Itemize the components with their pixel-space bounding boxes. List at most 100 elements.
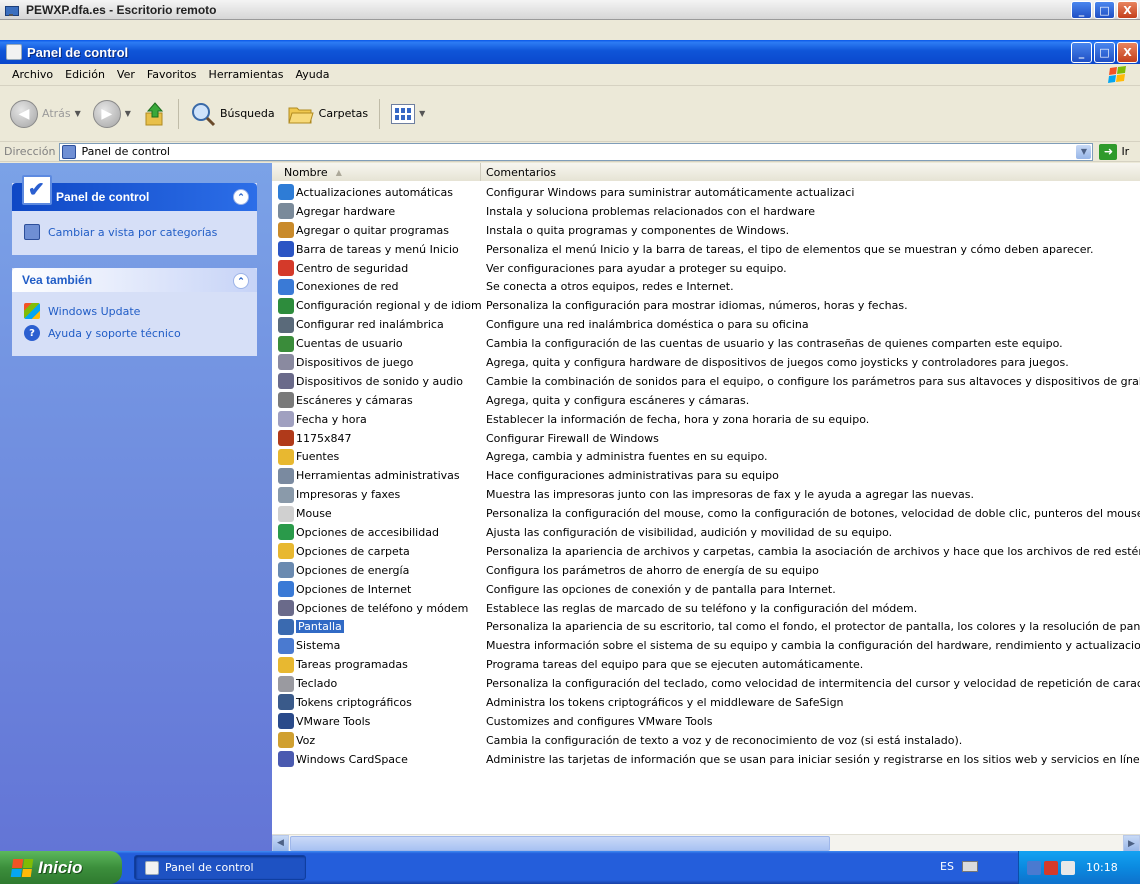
menu-favoritos[interactable]: Favoritos	[141, 68, 203, 81]
list-item[interactable]: Conexiones de red Se conecta a otros equi…	[272, 277, 1140, 296]
menu-ver[interactable]: Ver	[111, 68, 141, 81]
list-item[interactable]: Actualizaciones automáticas Configurar Wi…	[272, 183, 1140, 202]
column-header-name[interactable]: Nombre ▲	[272, 163, 481, 181]
list-item-name-cell[interactable]: Dispositivos de sonido y audio	[272, 373, 481, 390]
list-item-name-cell[interactable]: Opciones de Internet	[272, 581, 481, 598]
help-support-link[interactable]: ? Ayuda y soporte técnico	[24, 322, 247, 344]
go-button[interactable]: ➜ Ir	[1099, 143, 1129, 160]
column-header-comments[interactable]: Comentarios	[481, 163, 1140, 181]
list-item[interactable]: Tareas programadas Programa tareas del eq…	[272, 655, 1140, 674]
list-item-name-cell[interactable]: Pantalla	[272, 618, 481, 635]
forward-button[interactable]: ▶ ▼	[89, 98, 135, 130]
folders-button[interactable]: Carpetas	[283, 100, 372, 128]
list-item[interactable]: Impresoras y faxes Muestra las impresoras…	[272, 485, 1140, 504]
menu-herramientas[interactable]: Herramientas	[203, 68, 290, 81]
forward-dropdown-icon[interactable]: ▼	[125, 109, 131, 118]
start-button[interactable]: Inicio	[0, 851, 122, 884]
list-item[interactable]: Herramientas administrativas Hace configu…	[272, 466, 1140, 485]
address-field[interactable]: Panel de control ▼	[59, 142, 1094, 161]
remote-maximize-button[interactable]: □	[1094, 1, 1115, 19]
list-item-name-cell[interactable]: Agregar o quitar programas	[272, 222, 481, 239]
list-item-name-cell[interactable]: VMware Tools	[272, 713, 481, 730]
network-tray-icon[interactable]	[1027, 860, 1041, 875]
list-item-name-cell[interactable]: Actualizaciones automáticas	[272, 184, 481, 201]
list-item-name-cell[interactable]: Fecha y hora	[272, 411, 481, 428]
list-item-name-cell[interactable]: Impresoras y faxes	[272, 486, 481, 503]
control-panel-box-header[interactable]: Panel de control ⌃	[12, 175, 257, 211]
list-item[interactable]: Fuentes Agrega, cambia y administra fuent…	[272, 447, 1140, 466]
list-item-name-cell[interactable]: Agregar hardware	[272, 203, 481, 220]
list-item-name-cell[interactable]: Windows CardSpace	[272, 751, 481, 768]
list-item-name-cell[interactable]: Configurar red inalámbrica	[272, 316, 481, 333]
menu-edicion[interactable]: Edición	[59, 68, 111, 81]
list-item-name-cell[interactable]: Barra de tareas y menú Inicio	[272, 241, 481, 258]
list-item[interactable]: Opciones de teléfono y módem Establece la…	[272, 599, 1140, 618]
see-also-header[interactable]: Vea también ⌃	[12, 268, 257, 292]
taskbar-item-control-panel[interactable]: Panel de control	[134, 855, 306, 880]
list-item-name-cell[interactable]: Centro de seguridad	[272, 260, 481, 276]
list-item[interactable]: Sistema Muestra información sobre el sist…	[272, 636, 1140, 655]
list-item-name-cell[interactable]: Conexiones de red	[272, 278, 481, 295]
list-item[interactable]: Opciones de Internet Configure las opcion…	[272, 580, 1140, 599]
list-item-name-cell[interactable]: Cuentas de usuario	[272, 335, 481, 352]
list-item-name-cell[interactable]: 1175x847	[272, 430, 481, 447]
list-item-name-cell[interactable]: Teclado	[272, 675, 481, 692]
list-item[interactable]: Opciones de energía Configura los parámet…	[272, 561, 1140, 580]
list-item[interactable]: Centro de seguridad Ver configuraciones p…	[272, 259, 1140, 278]
scrollbar-thumb[interactable]	[290, 836, 830, 851]
list-item-name-cell[interactable]: Mouse	[272, 505, 481, 522]
list-item[interactable]: Configuración regional y de idioma Person…	[272, 296, 1140, 315]
list-item[interactable]: Barra de tareas y menú Inicio Personaliza…	[272, 240, 1140, 259]
switch-category-view-link[interactable]: Cambiar a vista por categorías	[24, 221, 247, 243]
list-item[interactable]: 1175x847 Configurar Firewall de Windows	[272, 429, 1140, 448]
list-item-name-cell[interactable]: Voz	[272, 732, 481, 749]
back-dropdown-icon[interactable]: ▼	[75, 109, 81, 118]
list-item[interactable]: Opciones de carpeta Personaliza la aparie…	[272, 542, 1140, 561]
list-item-name-cell[interactable]: Tareas programadas	[272, 656, 481, 673]
list-item[interactable]: Opciones de accesibilidad Ajusta las conf…	[272, 523, 1140, 542]
list-item[interactable]: Teclado Personaliza la configuración del …	[272, 674, 1140, 693]
language-indicator[interactable]: ES	[940, 860, 978, 873]
list-item-name-cell[interactable]: Herramientas administrativas	[272, 467, 481, 484]
scroll-left-icon[interactable]: ◀	[272, 834, 289, 852]
remote-minimize-button[interactable]: _	[1071, 1, 1092, 19]
list-item[interactable]: VMware Tools Customizes and configures VM…	[272, 712, 1140, 731]
windows-update-link[interactable]: Windows Update	[24, 300, 247, 322]
list-item[interactable]: Cuentas de usuario Cambia la configuració…	[272, 334, 1140, 353]
minimize-button[interactable]: _	[1071, 42, 1092, 63]
list-item-name-cell[interactable]: Opciones de accesibilidad	[272, 524, 481, 541]
views-button[interactable]: ▼	[387, 102, 429, 126]
vmware-tray-icon[interactable]	[1061, 860, 1075, 875]
list-item-name-cell[interactable]: Opciones de teléfono y módem	[272, 600, 481, 617]
list-item[interactable]: Windows CardSpace Administre las tarjetas…	[272, 750, 1140, 769]
list-item[interactable]: Configurar red inalámbrica Configure una …	[272, 315, 1140, 334]
list-item[interactable]: Dispositivos de sonido y audio Cambie la …	[272, 372, 1140, 391]
search-button[interactable]: Búsqueda	[186, 99, 279, 129]
close-button[interactable]: X	[1117, 42, 1138, 63]
back-button[interactable]: ◀ Atrás ▼	[6, 98, 85, 130]
up-folder-button[interactable]	[139, 99, 171, 129]
address-dropdown-icon[interactable]: ▼	[1076, 144, 1092, 159]
list-item[interactable]: Dispositivos de juego Agrega, quita y con…	[272, 353, 1140, 372]
menu-archivo[interactable]: Archivo	[6, 68, 59, 81]
list-item-name-cell[interactable]: Opciones de energía	[272, 562, 481, 579]
list-item[interactable]: Tokens criptográficos Administra los toke…	[272, 693, 1140, 712]
list-item-name-cell[interactable]: Escáneres y cámaras	[272, 392, 481, 409]
list-item[interactable]: Pantalla Personaliza la apariencia de su …	[272, 617, 1140, 636]
list-item-name-cell[interactable]: Dispositivos de juego	[272, 354, 481, 371]
list-item-name-cell[interactable]: Sistema	[272, 637, 481, 654]
list-item[interactable]: Mouse Personaliza la configuración del mo…	[272, 504, 1140, 523]
menu-ayuda[interactable]: Ayuda	[289, 68, 335, 81]
list-item-name-cell[interactable]: Configuración regional y de idioma	[272, 297, 481, 314]
list-item[interactable]: Escáneres y cámaras Agrega, quita y confi…	[272, 391, 1140, 410]
security-tray-icon[interactable]	[1044, 860, 1058, 875]
list-item[interactable]: Fecha y hora Establecer la información de…	[272, 410, 1140, 429]
views-dropdown-icon[interactable]: ▼	[419, 109, 425, 118]
list-item[interactable]: Agregar hardware Instala y soluciona prob…	[272, 202, 1140, 221]
list-item[interactable]: Agregar o quitar programas Instala o quit…	[272, 221, 1140, 240]
list-item[interactable]: Voz Cambia la configuración de texto a vo…	[272, 731, 1140, 750]
list-item-name-cell[interactable]: Opciones de carpeta	[272, 543, 481, 560]
collapse-chevron-icon[interactable]: ⌃	[233, 273, 249, 289]
scroll-right-icon[interactable]: ▶	[1123, 835, 1140, 852]
collapse-chevron-icon[interactable]: ⌃	[233, 189, 249, 205]
